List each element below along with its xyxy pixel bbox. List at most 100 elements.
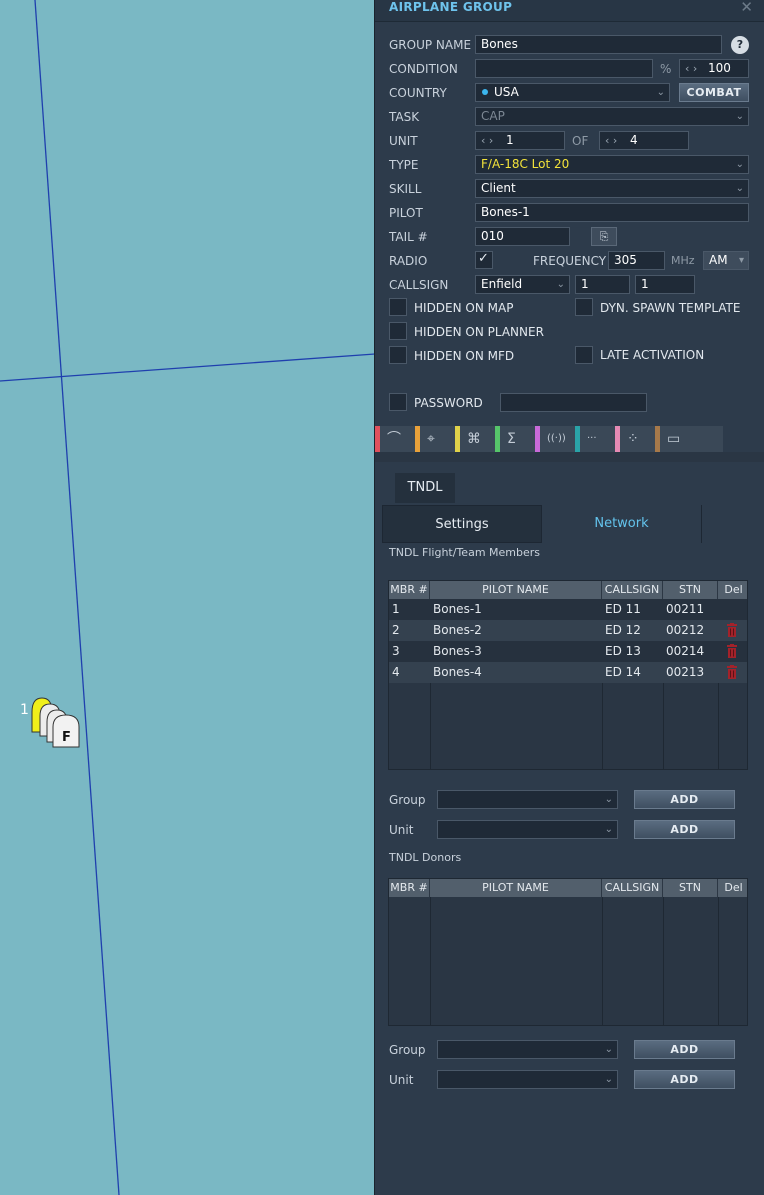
tab-network[interactable]: Network xyxy=(542,505,702,543)
help-icon[interactable]: ? xyxy=(731,36,749,54)
chevron-down-icon: ⌄ xyxy=(604,794,613,805)
dots-icon[interactable]: ··· xyxy=(575,426,615,452)
donor-unit-select[interactable]: ⌄ xyxy=(437,1070,618,1089)
cell-stn: 00213 xyxy=(666,665,705,679)
col-header-mbr: MBR # xyxy=(389,581,430,599)
target-icon[interactable]: ⌖ xyxy=(415,426,455,452)
aircraft-type-select[interactable]: F/A-18C Lot 20 ⌄ xyxy=(475,155,749,174)
dyn-spawn-label: DYN. SPAWN TEMPLATE xyxy=(600,301,741,315)
donor-group-select[interactable]: ⌄ xyxy=(437,1040,618,1059)
tab-tndl[interactable]: TNDL xyxy=(395,473,455,503)
table-row[interactable]: 2 Bones-2 ED 12 00212 xyxy=(389,620,747,641)
cell-pilot: Bones-3 xyxy=(433,644,482,658)
col-header-pilot: PILOT NAME xyxy=(430,581,602,599)
task-label: TASK xyxy=(389,110,420,124)
copy-icon[interactable]: ⎘ xyxy=(591,227,617,246)
route-icon[interactable]: ⌒ xyxy=(375,426,415,452)
payload-icon[interactable]: ▭ xyxy=(655,426,695,452)
donors-table: MBR # PILOT NAME CALLSIGN STN Del xyxy=(388,878,748,1026)
callsign-select[interactable]: Enfield ⌄ xyxy=(475,275,570,294)
network-icon[interactable]: ⁘ xyxy=(615,426,655,452)
hidden-on-mfd-checkbox[interactable] xyxy=(389,346,407,364)
unit-spinner[interactable]: ‹ › 1 xyxy=(475,131,565,150)
delete-icon[interactable] xyxy=(718,662,749,683)
panel-titlebar: AIRPLANE GROUP ✕ xyxy=(375,0,764,22)
condition-input[interactable] xyxy=(475,59,653,78)
unit-total-spinner[interactable]: ‹ › 4 xyxy=(599,131,689,150)
condition-spinner[interactable]: ‹ › 100 xyxy=(679,59,749,78)
delete-icon[interactable] xyxy=(718,641,749,662)
tail-number-input[interactable]: 010 xyxy=(475,227,570,246)
table-row[interactable]: 1 Bones-1 ED 11 00211 xyxy=(389,599,747,620)
chevron-down-icon: ⌄ xyxy=(735,111,744,122)
add-member-group-button[interactable]: ADD xyxy=(634,790,735,809)
password-input[interactable] xyxy=(500,393,647,412)
dyn-spawn-checkbox[interactable] xyxy=(575,298,593,316)
aircraft-group-marker[interactable]: 1 F xyxy=(20,696,90,756)
mission-map[interactable]: 1 F xyxy=(0,0,375,1195)
table-row[interactable]: 3 Bones-3 ED 13 00214 xyxy=(389,641,747,662)
aircraft-marker-icon: F xyxy=(31,697,80,748)
frequency-input[interactable]: 305 xyxy=(608,251,665,270)
combat-button[interactable]: COMBAT xyxy=(679,83,749,102)
cell-pilot: Bones-1 xyxy=(433,602,482,616)
col-header-callsign: CALLSIGN xyxy=(602,879,663,897)
country-label: COUNTRY xyxy=(389,86,447,100)
password-checkbox[interactable] xyxy=(389,393,407,411)
hidden-on-planner-label: HIDDEN ON PLANNER xyxy=(414,325,544,339)
group-name-input[interactable]: Bones xyxy=(475,35,722,54)
unit-label: UNIT xyxy=(389,134,418,148)
cell-mbr: 3 xyxy=(392,644,400,658)
callsign-number-1[interactable]: 1 xyxy=(575,275,630,294)
table-row[interactable]: 4 Bones-4 ED 14 00213 xyxy=(389,662,747,683)
hidden-on-planner-checkbox[interactable] xyxy=(389,322,407,340)
add-donor-unit-button[interactable]: ADD xyxy=(634,1070,735,1089)
radio-icon[interactable]: ((·)) xyxy=(535,426,575,452)
chevron-down-icon: ⌄ xyxy=(735,183,744,194)
chevron-down-icon: ⌄ xyxy=(656,87,665,98)
grid-line-horizontal xyxy=(0,353,375,382)
tail-label: TAIL # xyxy=(389,230,428,244)
condition-label: CONDITION xyxy=(389,62,458,76)
member-group-select[interactable]: ⌄ xyxy=(437,790,618,809)
airplane-group-panel: AIRPLANE GROUP ✕ GROUP NAME Bones ? COND… xyxy=(374,0,764,1195)
spinner-arrows-icon[interactable]: ‹ › xyxy=(685,62,697,75)
pilot-input[interactable]: Bones-1 xyxy=(475,203,749,222)
task-select[interactable]: CAP ⌄ xyxy=(475,107,749,126)
members-table: MBR # PILOT NAME CALLSIGN STN Del 1 Bones… xyxy=(388,580,748,770)
spinner-arrows-icon[interactable]: ‹ › xyxy=(481,134,493,147)
chevron-down-icon: ⌄ xyxy=(735,159,744,170)
drone-icon[interactable]: ⌘ xyxy=(455,426,495,452)
late-activation-label: LATE ACTIVATION xyxy=(600,348,705,362)
map-grid-lines xyxy=(0,0,375,1195)
country-select[interactable]: USA ⌄ xyxy=(475,83,670,102)
hidden-on-map-checkbox[interactable] xyxy=(389,298,407,316)
checkmark-icon: ✓ xyxy=(478,251,489,266)
add-member-unit-button[interactable]: ADD xyxy=(634,820,735,839)
chevron-down-icon: ⌄ xyxy=(604,1074,613,1085)
country-flag-dot-icon xyxy=(482,89,488,95)
member-unit-select[interactable]: ⌄ xyxy=(437,820,618,839)
condition-percent: % xyxy=(660,62,672,76)
tab-settings[interactable]: Settings xyxy=(382,505,542,543)
late-activation-checkbox[interactable] xyxy=(575,346,593,364)
callsign-label: CALLSIGN xyxy=(389,278,449,292)
group-name-label: GROUP NAME xyxy=(389,38,472,52)
skill-select[interactable]: Client ⌄ xyxy=(475,179,749,198)
cell-stn: 00214 xyxy=(666,644,705,658)
marker-unit-letter: F xyxy=(62,730,71,745)
hidden-on-map-label: HIDDEN ON MAP xyxy=(414,301,514,315)
spinner-arrows-icon[interactable]: ‹ › xyxy=(605,134,617,147)
close-icon[interactable]: ✕ xyxy=(740,0,753,16)
delete-icon[interactable] xyxy=(718,620,749,641)
radio-checkbox[interactable]: ✓ xyxy=(475,251,493,269)
panel-title: AIRPLANE GROUP xyxy=(389,0,513,14)
chevron-down-icon: ⌄ xyxy=(604,1044,613,1055)
cell-callsign: ED 13 xyxy=(605,644,641,658)
modulation-select[interactable]: AM ▾ xyxy=(703,251,749,270)
add-donor-group-button[interactable]: ADD xyxy=(634,1040,735,1059)
sigma-icon[interactable]: Σ xyxy=(495,426,535,452)
col-header-callsign: CALLSIGN xyxy=(602,581,663,599)
cell-callsign: ED 14 xyxy=(605,665,641,679)
callsign-number-2[interactable]: 1 xyxy=(635,275,695,294)
